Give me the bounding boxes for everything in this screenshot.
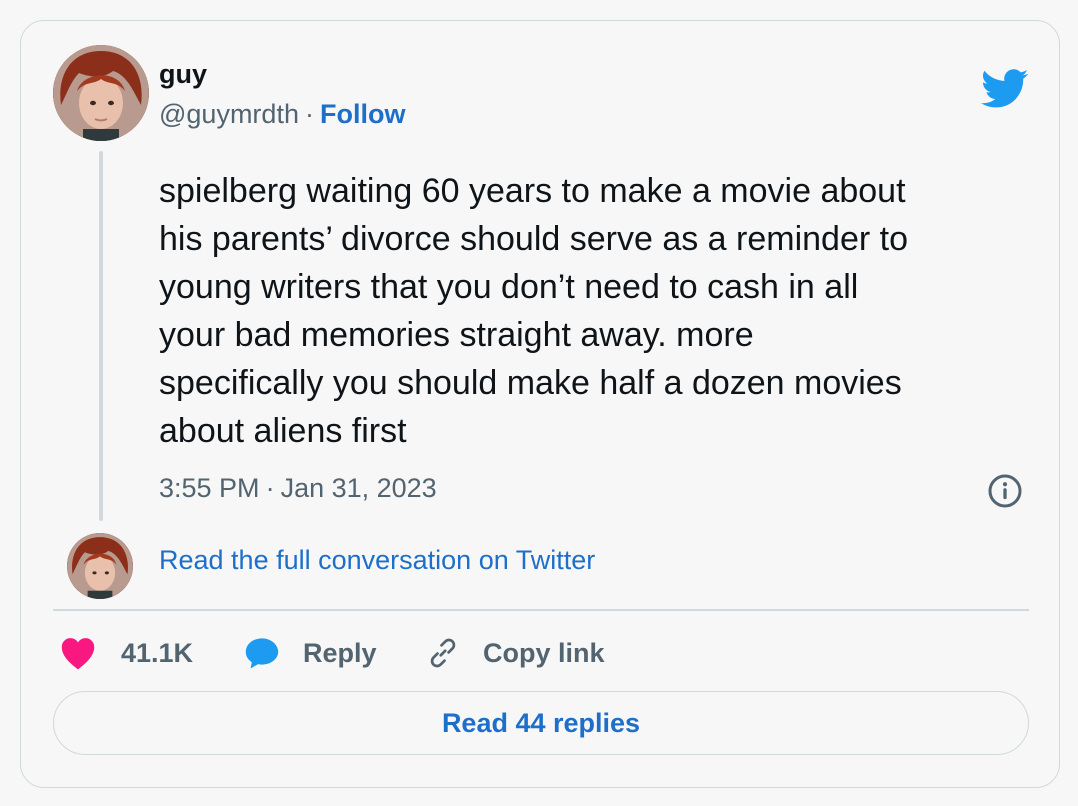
thread-connector-line (99, 151, 103, 521)
tweet-time: 3:55 PM (159, 473, 260, 503)
twitter-bird-icon[interactable] (981, 69, 1029, 109)
actions-divider (53, 609, 1029, 611)
avatar-image-small (67, 533, 133, 599)
author-handle[interactable]: @guymrdth (159, 99, 299, 129)
author-avatar[interactable] (53, 45, 149, 141)
tweet-date: Jan 31, 2023 (280, 473, 437, 503)
timestamp-separator: · (265, 473, 275, 503)
speech-bubble-icon (245, 638, 279, 669)
copy-link-button[interactable]: Copy link (425, 633, 605, 673)
read-replies-label: Read 44 replies (441, 707, 641, 738)
author-name[interactable]: guy (159, 59, 207, 90)
tweet-embed-card: guy @guymrdth · Follow spielberg waiting 6… (20, 20, 1060, 788)
tweet-timestamp[interactable]: 3:55 PM · Jan 31, 2023 (159, 473, 437, 504)
reply-button[interactable]: Reply (243, 633, 377, 673)
follow-link[interactable]: Follow (320, 99, 405, 129)
info-icon[interactable] (987, 473, 1023, 509)
reply-label: Reply (303, 637, 377, 668)
link-icon (430, 638, 456, 668)
avatar-image (53, 45, 149, 141)
like-button[interactable]: 41.1K (59, 633, 193, 673)
handle-separator: · (304, 99, 314, 129)
copy-link-label: Copy link (483, 637, 605, 668)
like-count: 41.1K (121, 637, 194, 668)
read-full-conversation-link[interactable]: Read the full conversation on Twitter (159, 545, 595, 576)
read-replies-button[interactable]: Read 44 replies (53, 691, 1029, 755)
heart-icon (61, 638, 95, 670)
tweet-text: spielberg waiting 60 years to make a mov… (159, 172, 908, 450)
author-handle-row: @guymrdth · Follow (159, 99, 405, 130)
conversation-avatar[interactable] (67, 533, 133, 599)
